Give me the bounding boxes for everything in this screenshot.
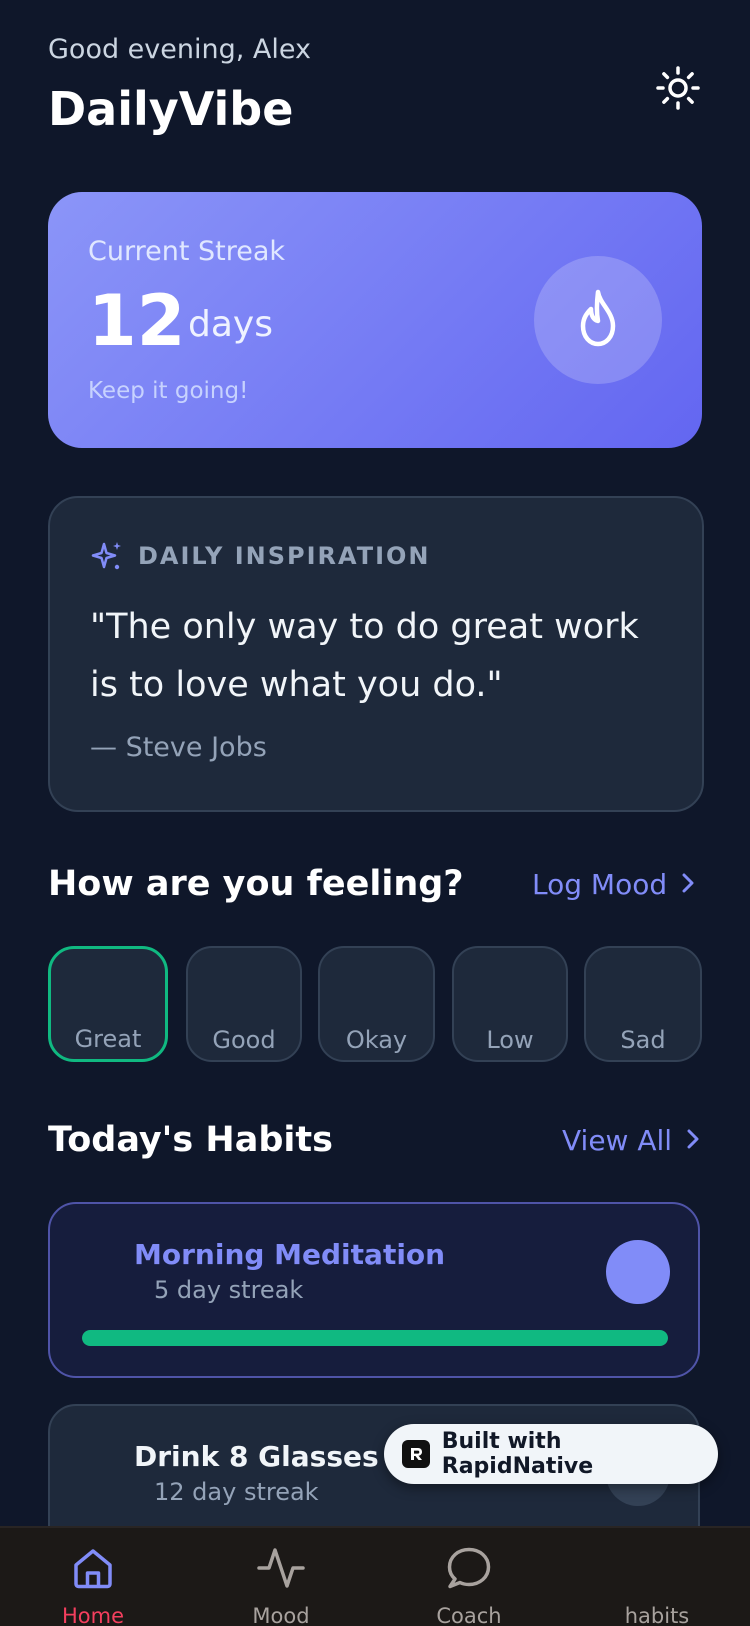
mood-option-label: Sad — [620, 1026, 666, 1054]
tab-mood[interactable]: Mood — [216, 1542, 346, 1626]
theme-toggle-button[interactable] — [652, 64, 704, 116]
mood-option-great[interactable]: Great — [48, 946, 168, 1062]
mood-option-okay[interactable]: Okay — [318, 946, 435, 1062]
streak-card: Current Streak 12 days Keep it going! — [48, 192, 702, 448]
streak-count: 12 — [88, 280, 186, 362]
mood-option-label: Low — [486, 1026, 534, 1054]
flame-icon — [573, 288, 623, 352]
habit-card[interactable]: Morning Meditation 5 day streak — [48, 1202, 700, 1378]
tab-habits[interactable]: habits — [592, 1542, 722, 1626]
view-all-label: View All — [562, 1124, 673, 1157]
tab-label: Mood — [252, 1604, 310, 1626]
habit-progress-bar — [82, 1330, 668, 1346]
rapidnative-logo-icon — [402, 1440, 430, 1468]
habit-name: Morning Meditation — [134, 1238, 446, 1271]
streak-badge — [534, 256, 662, 384]
mood-option-label: Great — [74, 1025, 142, 1053]
habit-streak: 5 day streak — [154, 1276, 304, 1304]
badge-text: Built with RapidNative — [441, 1429, 594, 1479]
activity-icon — [216, 1542, 346, 1594]
chevron-right-icon — [681, 868, 695, 901]
sun-icon — [656, 66, 700, 114]
chevron-right-icon — [686, 1124, 700, 1157]
mood-option-sad[interactable]: Sad — [584, 946, 702, 1062]
inspiration-heading: DAILY INSPIRATION — [138, 542, 431, 570]
bottom-tab-bar: Home Mood Coach habits — [0, 1526, 750, 1626]
mood-option-good[interactable]: Good — [186, 946, 302, 1062]
sparkles-icon — [90, 540, 124, 574]
log-mood-label: Log Mood — [532, 868, 668, 901]
built-with-badge[interactable]: Built with RapidNative — [384, 1424, 718, 1484]
habit-progress-fill — [82, 1330, 668, 1346]
greeting-text: Good evening, Alex — [48, 34, 311, 65]
chat-icon — [404, 1542, 534, 1594]
view-all-habits-link[interactable]: View All — [562, 1124, 700, 1157]
habit-streak: 12 day streak — [154, 1478, 319, 1506]
tab-label: Coach — [436, 1604, 502, 1626]
mood-option-low[interactable]: Low — [452, 946, 568, 1062]
streak-unit: days — [188, 304, 273, 345]
inspiration-quote: "The only way to do great work is to lov… — [90, 607, 639, 705]
habit-complete-toggle[interactable] — [606, 1240, 670, 1304]
mood-option-label: Good — [212, 1026, 276, 1054]
streak-subtitle: Keep it going! — [88, 378, 249, 404]
tab-label: Home — [61, 1604, 124, 1626]
app-title: DailyVibe — [48, 82, 294, 136]
home-icon — [28, 1542, 158, 1594]
tab-home[interactable]: Home — [28, 1542, 158, 1626]
tab-label: habits — [624, 1604, 690, 1626]
log-mood-link[interactable]: Log Mood — [532, 868, 695, 901]
inspiration-card: DAILY INSPIRATION "The only way to do gr… — [48, 496, 704, 812]
habits-section-title: Today's Habits — [48, 1120, 333, 1160]
inspiration-author: — Steve Jobs — [90, 732, 267, 763]
habit-name: Drink 8 Glasses — [134, 1440, 379, 1473]
streak-label: Current Streak — [88, 236, 286, 267]
mood-section-title: How are you feeling? — [48, 864, 464, 904]
tab-coach[interactable]: Coach — [404, 1542, 534, 1626]
mood-option-label: Okay — [345, 1026, 408, 1054]
